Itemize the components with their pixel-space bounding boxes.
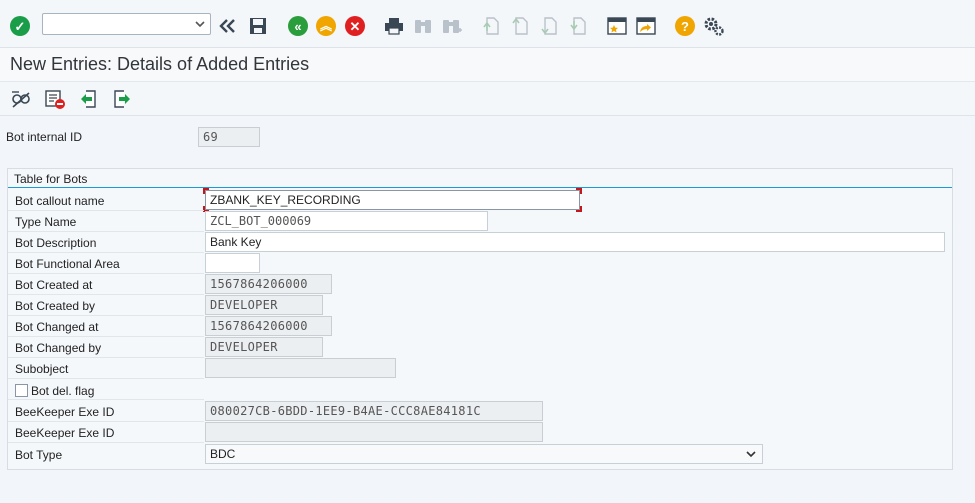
row-divider [8, 399, 204, 400]
help-icon[interactable]: ? [673, 14, 697, 38]
settings-icon[interactable] [702, 14, 726, 38]
bot-functional-area-label: Bot Functional Area [15, 257, 120, 271]
bot-description-label: Bot Description [15, 236, 97, 250]
previous-entry-icon[interactable] [78, 88, 100, 110]
row-divider [8, 273, 204, 274]
chevron-down-icon [195, 21, 205, 28]
system-toolbar: ✓ « ︽ ✕ ? [0, 0, 975, 48]
shortcut-icon[interactable] [634, 14, 658, 38]
bot-changed-by-label: Bot Changed by [15, 341, 102, 355]
delete-entry-icon[interactable] [44, 88, 66, 110]
bot-created-at-field: 1567864206000 [205, 274, 332, 294]
print-icon[interactable] [382, 14, 406, 38]
subobject-label: Subobject [15, 362, 69, 376]
bot-description-field[interactable]: Bank Key [205, 232, 945, 252]
beekeeper-exe-id-2-field [205, 422, 543, 442]
group-divider [8, 187, 952, 188]
row-divider [8, 252, 204, 253]
row-divider [8, 231, 204, 232]
enter-check-icon[interactable]: ✓ [8, 14, 32, 38]
back-icon[interactable]: « [286, 14, 310, 38]
next-entry-icon[interactable] [110, 88, 132, 110]
save-icon[interactable] [246, 14, 270, 38]
type-name-field[interactable]: ZCL_BOT_000069 [205, 211, 488, 231]
row-divider [8, 210, 204, 211]
row-divider [8, 294, 204, 295]
subobject-field [205, 358, 396, 378]
focus-corner [576, 188, 582, 194]
next-page-icon [537, 14, 561, 38]
bot-internal-id-label: Bot internal ID [6, 130, 83, 144]
exit-icon[interactable]: ︽ [314, 14, 338, 38]
previous-page-icon [508, 14, 532, 38]
beekeeper-exe-id-2-label: BeeKeeper Exe ID [15, 426, 115, 440]
bot-created-at-label: Bot Created at [15, 278, 93, 292]
row-divider [8, 421, 204, 422]
type-name-label: Type Name [15, 215, 77, 229]
command-field[interactable] [42, 13, 211, 35]
bot-type-value: BDC [210, 447, 236, 461]
create-session-icon[interactable] [605, 14, 629, 38]
bot-functional-area-field[interactable] [205, 253, 260, 273]
bot-callout-name-label: Bot callout name [15, 194, 105, 208]
bot-type-label: Bot Type [15, 448, 63, 462]
cancel-icon[interactable]: ✕ [343, 14, 367, 38]
first-page-icon [479, 14, 503, 38]
last-page-icon [566, 14, 590, 38]
bot-del-flag-label: Bot del. flag [31, 384, 95, 398]
bot-del-flag-checkbox[interactable] [15, 384, 28, 397]
application-toolbar [0, 82, 975, 116]
row-divider [8, 336, 204, 337]
group-title: Table for Bots [14, 172, 88, 186]
find-next-icon [440, 14, 464, 38]
beekeeper-exe-id-field: 080027CB-6BDD-1EE9-B4AE-CCC8AE84181C [205, 401, 543, 421]
bot-changed-at-field: 1567864206000 [205, 316, 332, 336]
page-title: New Entries: Details of Added Entries [10, 54, 310, 74]
bot-created-by-field: DEVELOPER [205, 295, 323, 315]
bot-type-select[interactable]: BDC [205, 444, 763, 464]
bot-created-by-label: Bot Created by [15, 299, 96, 313]
bot-changed-by-field: DEVELOPER [205, 337, 323, 357]
row-divider [8, 442, 204, 443]
bot-internal-id-field: 69 [198, 127, 260, 147]
chevron-down-icon [746, 451, 756, 458]
beekeeper-exe-id-label: BeeKeeper Exe ID [15, 405, 115, 419]
back-double-icon[interactable] [216, 14, 240, 38]
display-change-icon[interactable] [10, 88, 32, 110]
find-icon [411, 14, 435, 38]
row-divider [8, 315, 204, 316]
focus-corner [203, 188, 209, 194]
row-divider [8, 357, 204, 358]
bot-callout-name-field[interactable]: ZBANK_KEY_RECORDING [205, 190, 580, 210]
title-bar: New Entries: Details of Added Entries [0, 48, 975, 82]
row-divider [8, 378, 204, 379]
focus-corner [576, 206, 582, 212]
bot-changed-at-label: Bot Changed at [15, 320, 99, 334]
